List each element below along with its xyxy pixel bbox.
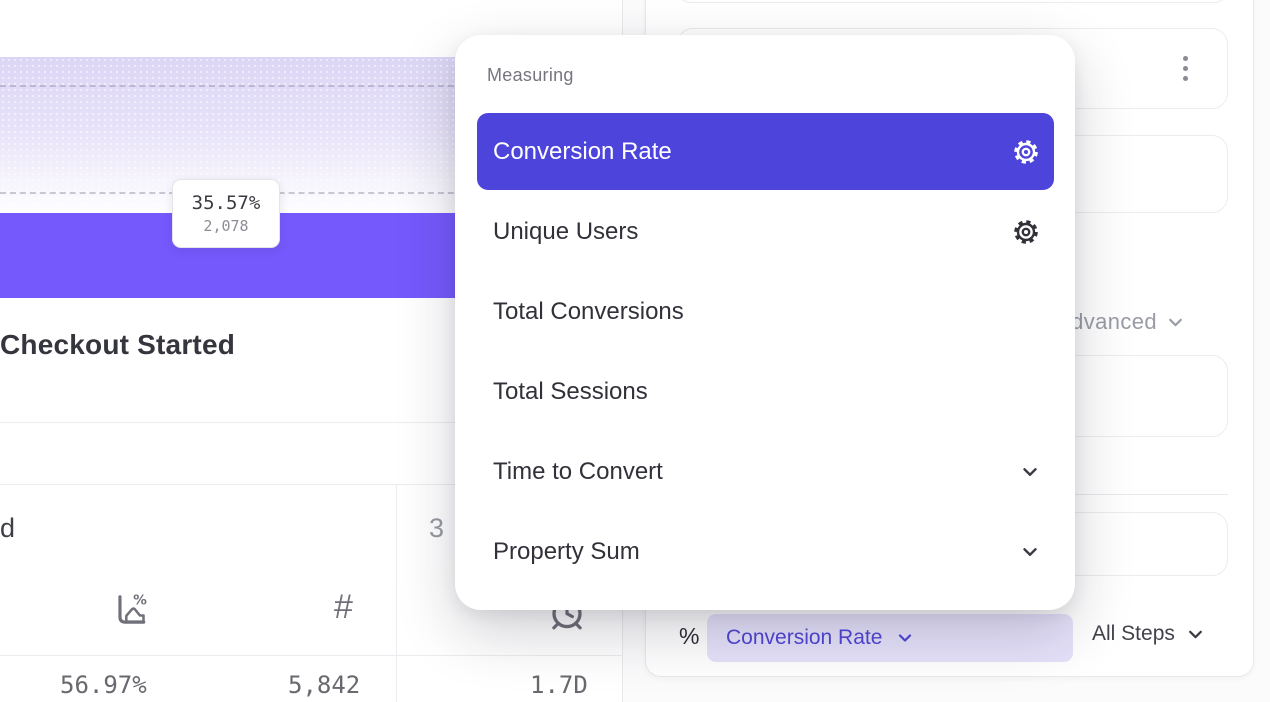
value-time-to-convert: 1.7D — [530, 671, 588, 699]
advanced-toggle[interactable]: Advanced — [1056, 309, 1186, 335]
value-conversion-rate: 56.97% — [60, 671, 147, 699]
tooltip-rate: 35.57% — [192, 192, 261, 214]
steps-selector[interactable]: All Steps — [1092, 622, 1206, 646]
chevron-down-icon — [1185, 624, 1206, 645]
menu-item-total-sessions[interactable]: Total Sessions — [477, 364, 1054, 420]
chart-tooltip: 35.57% 2,078 — [172, 179, 280, 248]
chevron-down-icon — [1019, 461, 1041, 483]
dropdown-section-label: Measuring — [487, 65, 574, 86]
gear-icon[interactable] — [1011, 217, 1041, 247]
chevron-down-icon — [1165, 312, 1186, 333]
table-step-number: 3 — [429, 513, 444, 544]
menu-item-label: Total Sessions — [493, 378, 648, 406]
metric-chip-label: Conversion Rate — [726, 626, 882, 650]
menu-item-label: Property Sum — [493, 538, 640, 566]
conversion-rate-chart-icon: % — [111, 591, 149, 629]
count-hash-icon: # — [334, 588, 353, 627]
measuring-dropdown: Measuring Conversion Rate Unique Users T… — [455, 35, 1075, 610]
menu-item-label: Time to Convert — [493, 458, 663, 486]
menu-item-unique-users[interactable]: Unique Users — [477, 204, 1054, 260]
percent-symbol: % — [679, 623, 699, 650]
kebab-menu-icon[interactable] — [1183, 56, 1188, 81]
menu-item-label: Unique Users — [493, 218, 638, 246]
table-row-divider — [0, 655, 623, 656]
table-column-divider — [396, 484, 397, 702]
menu-item-conversion-rate[interactable]: Conversion Rate — [477, 113, 1054, 190]
table-step-label-fragment: d — [0, 513, 15, 544]
app-canvas: Checkout Started d 3 % # 56.97% 5,842 1.… — [0, 0, 1270, 702]
menu-item-label: Conversion Rate — [493, 138, 672, 166]
svg-text:%: % — [133, 593, 147, 609]
funnel-step-title: Checkout Started — [0, 329, 235, 361]
query-row-card-top — [677, 0, 1228, 3]
metric-selector-chip[interactable]: Conversion Rate — [707, 614, 1073, 662]
chevron-down-icon — [1019, 541, 1041, 563]
menu-item-time-to-convert[interactable]: Time to Convert — [477, 444, 1054, 500]
menu-item-label: Total Conversions — [493, 298, 684, 326]
steps-label: All Steps — [1092, 622, 1175, 646]
tooltip-count: 2,078 — [203, 217, 248, 235]
chevron-down-icon — [895, 628, 915, 648]
menu-item-total-conversions[interactable]: Total Conversions — [477, 284, 1054, 340]
menu-item-property-sum[interactable]: Property Sum — [477, 524, 1054, 580]
gear-icon[interactable] — [1011, 137, 1041, 167]
value-count: 5,842 — [288, 671, 360, 699]
